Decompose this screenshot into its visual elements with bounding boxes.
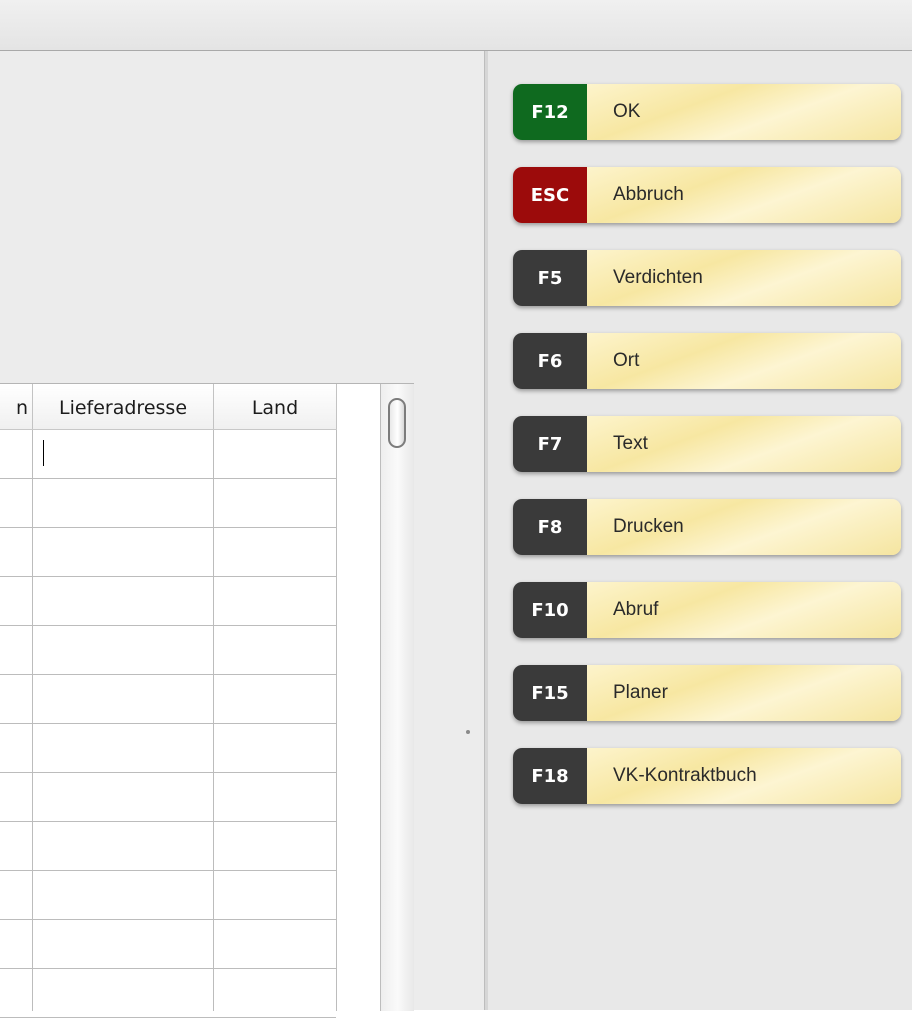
lieferadresse-cell[interactable]	[33, 675, 213, 723]
land-cell[interactable]	[214, 773, 336, 821]
window-top-strip	[0, 0, 912, 51]
table-row[interactable]	[0, 528, 336, 577]
function-key-button-f5[interactable]: F5 Verdichten	[513, 250, 901, 306]
land-cell[interactable]	[214, 479, 336, 527]
table-row[interactable]	[0, 675, 336, 724]
land-cell[interactable]	[214, 528, 336, 576]
lieferadresse-cell[interactable]	[33, 871, 213, 919]
table-cell[interactable]	[0, 430, 32, 478]
address-table: n Lieferadresse Land	[0, 383, 414, 1018]
key-label: VK-Kontraktbuch	[613, 765, 757, 786]
land-cell[interactable]	[214, 675, 336, 723]
table-cell[interactable]	[0, 626, 32, 674]
text-cursor	[43, 440, 44, 466]
key-badge: F12	[513, 84, 587, 140]
lieferadresse-cell[interactable]	[33, 626, 213, 674]
table-row[interactable]	[0, 577, 336, 626]
table-row[interactable]	[0, 773, 336, 822]
table-header: n Lieferadresse Land	[0, 384, 380, 430]
table-cell[interactable]	[0, 528, 32, 576]
function-key-button-f7[interactable]: F7 Text	[513, 416, 901, 472]
land-cell[interactable]	[214, 577, 336, 625]
key-badge: F6	[513, 333, 587, 389]
function-key-button-f8[interactable]: F8 Drucken	[513, 499, 901, 555]
lieferadresse-cell[interactable]	[33, 822, 213, 870]
lieferadresse-cell[interactable]	[33, 773, 213, 821]
lieferadresse-cell[interactable]	[33, 528, 213, 576]
key-badge: F10	[513, 582, 587, 638]
splitter-grip-icon[interactable]	[466, 730, 470, 734]
key-badge: F15	[513, 665, 587, 721]
scrollbar-thumb[interactable]	[388, 398, 406, 448]
table-empty-area	[337, 384, 380, 1011]
table-cell[interactable]	[0, 577, 32, 625]
table-cell[interactable]	[0, 822, 32, 870]
land-cell[interactable]	[214, 871, 336, 919]
table-row[interactable]	[0, 626, 336, 675]
key-label: Abbruch	[613, 184, 684, 205]
key-label: Verdichten	[613, 267, 703, 288]
key-label: Drucken	[613, 516, 684, 537]
land-cell[interactable]	[214, 626, 336, 674]
key-label: Planer	[613, 682, 668, 703]
table-cell[interactable]	[0, 479, 32, 527]
land-cell[interactable]	[214, 724, 336, 772]
column-header-truncated[interactable]: n	[0, 384, 32, 429]
vertical-scrollbar[interactable]	[380, 384, 414, 1011]
table-row[interactable]	[0, 871, 336, 920]
table-row[interactable]	[0, 822, 336, 871]
key-label: OK	[613, 101, 641, 122]
land-cell[interactable]	[214, 430, 336, 478]
lieferadresse-cell[interactable]	[33, 430, 213, 478]
key-badge: F8	[513, 499, 587, 555]
function-key-button-f10[interactable]: F10 Abruf	[513, 582, 901, 638]
land-cell[interactable]	[214, 822, 336, 870]
table-cell[interactable]	[0, 773, 32, 821]
function-key-button-esc[interactable]: ESC Abbruch	[513, 167, 901, 223]
function-key-button-f18[interactable]: F18 VK-Kontraktbuch	[513, 748, 901, 804]
function-key-button-f15[interactable]: F15 Planer	[513, 665, 901, 721]
table-row[interactable]	[0, 969, 336, 1018]
key-badge: F5	[513, 250, 587, 306]
table-cell[interactable]	[0, 871, 32, 919]
key-badge: F7	[513, 416, 587, 472]
lieferadresse-cell[interactable]	[33, 479, 213, 527]
key-badge: ESC	[513, 167, 587, 223]
function-key-button-f12[interactable]: F12 OK	[513, 84, 901, 140]
lieferadresse-cell[interactable]	[33, 577, 213, 625]
key-label: Ort	[613, 350, 640, 371]
key-badge: F18	[513, 748, 587, 804]
land-cell[interactable]	[214, 920, 336, 968]
function-key-button-f6[interactable]: F6 Ort	[513, 333, 901, 389]
column-header-land[interactable]: Land	[214, 384, 336, 429]
table-row[interactable]	[0, 724, 336, 773]
column-header-lieferadresse[interactable]: Lieferadresse	[33, 384, 213, 429]
table-body	[0, 430, 337, 1018]
table-cell[interactable]	[0, 724, 32, 772]
table-row[interactable]	[0, 920, 336, 969]
key-label: Abruf	[613, 599, 659, 620]
lieferadresse-cell[interactable]	[33, 724, 213, 772]
lieferadresse-cell[interactable]	[33, 920, 213, 968]
table-cell[interactable]	[0, 920, 32, 968]
table-row[interactable]	[0, 430, 336, 479]
key-label: Text	[613, 433, 648, 454]
table-row[interactable]	[0, 479, 336, 528]
table-cell[interactable]	[0, 675, 32, 723]
